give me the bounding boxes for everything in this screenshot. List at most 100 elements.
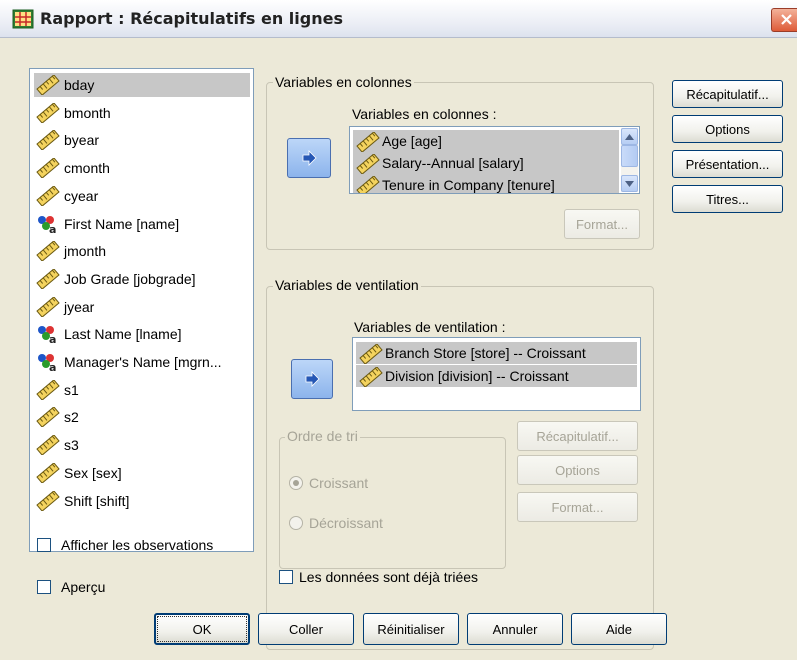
reset-label: Réinitialiser (377, 621, 445, 637)
source-variable-item[interactable]: byear (34, 128, 250, 152)
columns-list-label: Variables en colonnes : (352, 106, 497, 122)
scale-icon (36, 101, 60, 124)
column-variable-item[interactable]: Age [age] (353, 130, 619, 153)
checkbox-box (37, 580, 51, 594)
checkbox-box (279, 570, 293, 584)
scale-icon (36, 74, 60, 96)
close-button[interactable] (771, 8, 797, 32)
paste-button[interactable]: Coller (258, 613, 354, 645)
source-variable-item[interactable]: bday (34, 73, 250, 97)
summary-label: Récapitulatif... (686, 86, 769, 102)
breaks-options-button[interactable]: Options (517, 455, 638, 485)
source-variable-item[interactable]: Sex [sex] (34, 461, 250, 485)
titles-button[interactable]: Titres... (672, 185, 783, 213)
sort-descending-radio[interactable]: Décroissant (289, 515, 383, 531)
svg-text:a: a (49, 361, 56, 372)
columns-format-button[interactable]: Format... (564, 209, 640, 239)
ok-button[interactable]: OK (154, 613, 250, 645)
source-variable-label: cyear (64, 187, 99, 204)
already-sorted-checkbox[interactable]: Les données sont déjà triées (279, 569, 478, 585)
source-variable-label: s3 (64, 437, 79, 454)
sort-ascending-radio[interactable]: Croissant (289, 475, 368, 491)
source-variable-label: cmonth (64, 160, 110, 177)
source-variable-label: s2 (64, 409, 79, 426)
source-variable-item[interactable]: cyear (34, 184, 250, 208)
source-variable-label: byear (64, 132, 100, 149)
source-variable-label: Manager's Name [mgrn... (64, 354, 222, 370)
scale-icon (36, 434, 60, 456)
scale-icon (36, 184, 60, 207)
chevron-down-icon (625, 180, 634, 187)
column-variable-label: Tenure in Company [tenure] (382, 177, 555, 193)
nominal-string-icon: a (36, 214, 60, 236)
breaks-summary-label: Récapitulatif... (536, 428, 619, 444)
columns-group-title: Variables en colonnes (273, 74, 414, 90)
source-variable-item[interactable]: cmonth (34, 156, 250, 180)
checkbox-box (37, 538, 51, 552)
show-cases-checkbox[interactable]: Afficher les observations (37, 537, 213, 553)
break-variable-label: Branch Store [store] -- Croissant (385, 345, 586, 361)
columns-variable-list[interactable]: Tenure in Company [tenure] Salary--Annual… (349, 126, 640, 194)
source-variable-item[interactable]: s3 (34, 433, 250, 457)
sort-descending-label: Décroissant (309, 515, 383, 531)
source-variable-item[interactable]: s2 (34, 405, 250, 429)
move-to-breaks-button[interactable] (291, 359, 333, 399)
source-variable-label: jyear (64, 298, 95, 315)
nominal-string-icon: a (36, 324, 60, 346)
scale-icon (356, 131, 380, 153)
scale-icon (36, 489, 60, 512)
column-variable-item[interactable]: Tenure in Company [tenure] (353, 174, 619, 193)
break-variable-label: Division [division] -- Croissant (385, 368, 569, 384)
scroll-thumb[interactable] (621, 145, 638, 167)
breaks-format-button[interactable]: Format... (517, 492, 638, 522)
source-variable-label: jmonth (64, 243, 107, 260)
source-variable-label: bmonth (64, 104, 111, 121)
source-variable-label: s1 (64, 381, 79, 398)
scale-icon (36, 240, 60, 263)
scale-icon (36, 378, 60, 401)
breaks-variable-list[interactable]: Branch Store [store] -- Croissant Divisio… (352, 337, 641, 411)
source-variable-item[interactable]: a Last Name [lname] (34, 322, 250, 346)
column-variable-label: Salary--Annual [salary] (382, 155, 524, 171)
reset-button[interactable]: Réinitialiser (363, 613, 459, 645)
source-variable-item[interactable]: jyear (34, 295, 250, 319)
summary-button[interactable]: Récapitulatif... (672, 80, 783, 108)
source-variable-list[interactable]: bday bmonth byear cmonth cyear a First Name [n… (29, 68, 254, 552)
source-variable-item[interactable]: a Manager's Name [mgrn... (34, 350, 250, 374)
scroll-down-button[interactable] (621, 175, 638, 192)
source-variable-item[interactable]: s1 (34, 378, 250, 402)
move-to-columns-button[interactable] (287, 138, 331, 178)
column-variable-item[interactable]: Salary--Annual [salary] (353, 152, 619, 175)
nominal-string-icon: a (36, 352, 60, 374)
show-cases-label: Afficher les observations (61, 537, 214, 553)
breaks-summary-button[interactable]: Récapitulatif... (517, 421, 638, 451)
source-variable-item[interactable]: bmonth (34, 101, 250, 125)
cancel-button[interactable]: Annuler (467, 613, 563, 645)
options-label: Options (705, 121, 750, 137)
source-variable-item[interactable]: jmonth (34, 239, 250, 263)
breaks-list-label: Variables de ventilation : (354, 319, 506, 335)
source-variable-item[interactable]: Job Grade [jobgrade] (34, 267, 250, 291)
arrow-right-icon (302, 150, 317, 166)
titles-label: Titres... (706, 191, 749, 207)
layout-button[interactable]: Présentation... (672, 150, 783, 178)
layout-label: Présentation... (685, 156, 770, 172)
columns-format-label: Format... (575, 216, 628, 232)
scroll-up-button[interactable] (621, 128, 638, 145)
breaks-format-label: Format... (551, 499, 604, 515)
source-variable-item[interactable]: Shift [shift] (34, 489, 250, 513)
help-button[interactable]: Aide (571, 613, 667, 645)
options-button[interactable]: Options (672, 115, 783, 143)
breaks-options-label: Options (555, 462, 600, 478)
break-variable-item[interactable]: Division [division] -- Croissant (356, 365, 637, 388)
scale-icon (36, 157, 60, 179)
title-bar[interactable]: Rapport : Récapitulatifs en lignes (0, 0, 797, 38)
source-variable-label: Sex [sex] (64, 464, 122, 481)
dialog-window: Rapport : Récapitulatifs en lignes bday b… (0, 0, 797, 660)
break-variable-item[interactable]: Branch Store [store] -- Croissant (356, 342, 637, 365)
columns-scrollbar[interactable] (621, 128, 638, 192)
source-variable-item[interactable]: a First Name [name] (34, 212, 250, 236)
breaks-group-title: Variables de ventilation (273, 277, 421, 293)
preview-checkbox[interactable]: Aperçu (37, 579, 105, 595)
radio-button (289, 516, 303, 530)
